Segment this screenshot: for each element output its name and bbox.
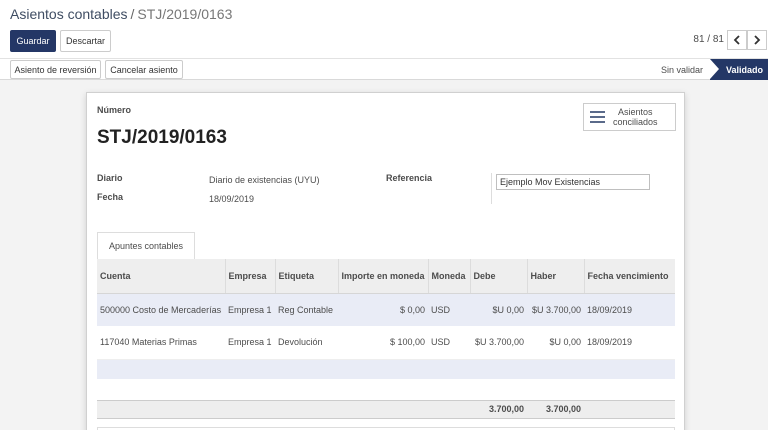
- cancel-entry-button[interactable]: Cancelar asiento: [105, 60, 183, 79]
- breadcrumb-separator: /: [130, 6, 135, 22]
- cell-due-date[interactable]: 18/09/2019: [584, 326, 675, 360]
- breadcrumb-parent-link[interactable]: Asientos contables: [10, 6, 128, 22]
- column-header-amount-currency[interactable]: Importe en moneda: [338, 259, 429, 294]
- chevron-right-icon: [754, 35, 761, 45]
- statusbar: Asiento de reversión Cancelar asiento Si…: [0, 58, 768, 80]
- status-draft: Sin validar: [660, 64, 704, 75]
- discard-button[interactable]: Descartar: [60, 30, 111, 52]
- cell-label[interactable]: Reg Contable: [275, 293, 338, 326]
- cell-credit[interactable]: $U 0,00: [527, 326, 584, 360]
- list-icon: [590, 111, 605, 123]
- breadcrumb-current: STJ/2019/0163: [137, 6, 233, 22]
- reconciled-entries-label-line1: Asientos: [618, 107, 653, 117]
- journal-items-table: Cuenta Empresa Etiqueta Importe en moned…: [97, 259, 675, 419]
- cell-currency[interactable]: USD: [428, 293, 470, 326]
- save-button[interactable]: Guardar: [10, 30, 56, 52]
- tab-journal-items[interactable]: Apuntes contables: [97, 232, 195, 260]
- status-posted: Validado: [710, 59, 768, 80]
- column-header-label[interactable]: Etiqueta: [275, 259, 339, 294]
- cell-amount-currency[interactable]: $ 0,00: [338, 293, 428, 326]
- journal-label: Diario: [97, 173, 123, 183]
- breadcrumb: Asientos contables / STJ/2019/0163: [10, 6, 232, 22]
- chevron-left-icon: [733, 35, 740, 45]
- date-label: Fecha: [97, 192, 124, 202]
- table-empty-row: [97, 379, 675, 400]
- cell-account[interactable]: 500000 Costo de Mercaderías: [97, 293, 225, 326]
- column-header-due-date[interactable]: Fecha vencimiento: [584, 259, 675, 294]
- reference-label: Referencia: [386, 173, 433, 183]
- cell-company[interactable]: Empresa 1: [225, 293, 275, 326]
- pager-value[interactable]: 81 / 81: [693, 34, 724, 45]
- form-sheet: Número STJ/2019/0163 Asientos conciliado…: [86, 92, 685, 430]
- reconciled-entries-button[interactable]: Asientos conciliados: [583, 103, 676, 131]
- total-debit: 3.700,00: [470, 399, 527, 419]
- field-divider: [491, 173, 492, 204]
- cell-due-date[interactable]: 18/09/2019: [584, 293, 675, 326]
- cell-amount-currency[interactable]: $ 100,00: [338, 326, 428, 360]
- date-value: 18/09/2019: [209, 194, 255, 204]
- column-header-currency[interactable]: Moneda: [428, 259, 471, 294]
- cell-account[interactable]: 117040 Materias Primas: [97, 326, 225, 360]
- entry-number: STJ/2019/0163: [97, 127, 227, 148]
- cell-debit[interactable]: $U 3.700,00: [470, 326, 527, 360]
- pager-next-button[interactable]: [747, 30, 767, 50]
- cell-label[interactable]: Devolución: [275, 326, 338, 360]
- table-empty-row[interactable]: [97, 359, 675, 379]
- pager-previous-button[interactable]: [727, 30, 747, 50]
- column-header-account[interactable]: Cuenta: [97, 259, 226, 294]
- column-header-debit[interactable]: Debe: [470, 259, 528, 294]
- table-header-row: Cuenta Empresa Etiqueta Importe en moned…: [97, 259, 675, 294]
- table-totals-row: 3.700,00 3.700,00: [97, 399, 675, 419]
- column-header-company[interactable]: Empresa: [225, 259, 276, 294]
- cell-credit[interactable]: $U 3.700,00: [527, 293, 584, 326]
- number-label: Número: [97, 105, 132, 115]
- journal-value: Diario de existencias (UYU): [209, 175, 320, 185]
- reversal-entry-button[interactable]: Asiento de reversión: [10, 60, 101, 79]
- table-row[interactable]: 117040 Materias Primas Empresa 1 Devoluc…: [97, 326, 675, 360]
- reconciled-entries-label-line2: conciliados: [613, 117, 658, 127]
- column-header-credit[interactable]: Haber: [527, 259, 585, 294]
- control-panel: Asientos contables / STJ/2019/0163 Guardar…: [0, 0, 768, 80]
- cell-debit[interactable]: $U 0,00: [470, 293, 527, 326]
- total-credit: 3.700,00: [527, 399, 584, 419]
- table-row[interactable]: 500000 Costo de Mercaderías Empresa 1 Re…: [97, 293, 675, 326]
- cell-company[interactable]: Empresa 1: [225, 326, 275, 360]
- reference-input[interactable]: Ejemplo Mov Existencias: [496, 174, 650, 190]
- cell-currency[interactable]: USD: [428, 326, 470, 360]
